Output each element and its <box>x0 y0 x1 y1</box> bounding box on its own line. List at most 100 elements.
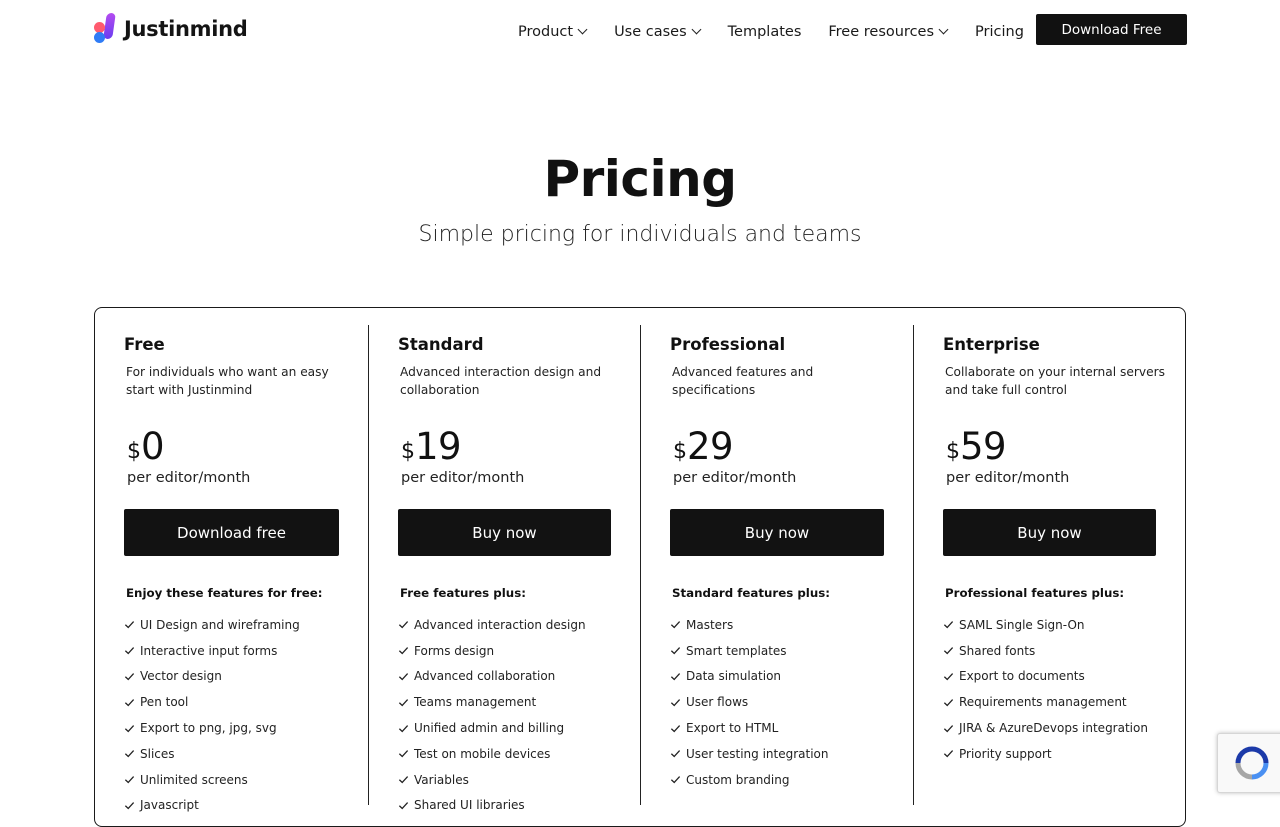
nav-item-pricing[interactable]: Pricing <box>975 24 1024 40</box>
features-heading: Enjoy these features for free: <box>126 586 323 600</box>
feature-list: Masters Smart templates Data simulation Use… <box>670 612 829 793</box>
feature-item: UI Design and wireframing <box>124 612 300 638</box>
feature-item: Shared fonts <box>943 638 1148 664</box>
price-currency: $ <box>946 439 960 464</box>
plan-description: Advanced interaction design and collabor… <box>400 365 602 397</box>
feature-label: Advanced collaboration <box>414 669 556 684</box>
check-icon <box>670 698 681 707</box>
feature-item: Advanced collaboration <box>398 664 586 690</box>
feature-label: Variables <box>414 772 469 787</box>
feature-label: Requirements management <box>959 695 1127 710</box>
nav-item-templates[interactable]: Templates <box>728 24 802 40</box>
feature-label: Slices <box>140 746 175 761</box>
features-heading: Free features plus: <box>400 586 526 600</box>
logo-text: Justinmind <box>124 17 248 41</box>
nav-item-use-cases[interactable]: Use cases <box>614 24 701 40</box>
buy-now-enterprise-button[interactable]: Buy now <box>943 509 1156 556</box>
check-icon <box>124 698 135 707</box>
nav-item-free-resources[interactable]: Free resources <box>828 24 948 40</box>
check-icon <box>398 724 409 732</box>
check-icon <box>943 673 954 681</box>
feature-item: Vector design <box>124 664 300 690</box>
check-icon <box>398 621 409 629</box>
plan-description: Advanced features and specifications <box>672 365 814 397</box>
price-amount: 0 <box>141 425 165 468</box>
features-heading: Standard features plus: <box>672 586 830 600</box>
check-icon <box>670 776 681 784</box>
buy-now-standard-button[interactable]: Buy now <box>398 509 611 556</box>
feature-item: Teams management <box>398 689 586 715</box>
plan-standard: Standard Advanced interaction design and… <box>398 335 628 812</box>
recaptcha-icon <box>1235 746 1269 780</box>
plan-name: Professional <box>670 335 786 354</box>
feature-item: Pen tool <box>124 689 300 715</box>
feature-item: Smart templates <box>670 638 829 664</box>
feature-label: UI Design and wireframing <box>140 617 300 632</box>
feature-item: Forms design <box>398 638 586 664</box>
check-icon <box>124 750 135 758</box>
plan-professional: Professional Advanced features and speci… <box>670 335 900 787</box>
price-amount: 59 <box>960 425 1007 468</box>
feature-item: Variables <box>398 767 586 793</box>
feature-label: Interactive input forms <box>140 643 278 658</box>
download-free-plan-button[interactable]: Download free <box>124 509 339 556</box>
nav-item-label: Templates <box>727 24 802 40</box>
check-icon <box>398 802 409 810</box>
nav-item-label: Use cases <box>614 24 687 40</box>
column-divider <box>640 325 641 805</box>
feature-label: User testing integration <box>686 746 829 761</box>
feature-label: Unified admin and billing <box>414 721 565 736</box>
feature-label: Export to documents <box>959 669 1085 684</box>
check-icon <box>124 802 135 810</box>
recaptcha-badge[interactable] <box>1217 733 1280 793</box>
price-currency: $ <box>401 439 415 464</box>
plan-name: Enterprise <box>943 335 1040 354</box>
plan-free: Free For individuals who want an easy st… <box>124 335 354 812</box>
price-period: per editor/month <box>673 470 797 486</box>
chevron-down-icon <box>579 26 587 34</box>
check-icon <box>670 673 681 681</box>
feature-label: Pen tool <box>140 695 189 710</box>
download-free-button[interactable]: Download Free <box>1036 14 1187 45</box>
site-header: Justinmind Product Use cases Templates F… <box>0 0 1280 62</box>
feature-item: Javascript <box>124 793 300 819</box>
check-icon <box>943 621 954 629</box>
main-nav: Product Use cases Templates Free resourc… <box>518 22 1024 42</box>
feature-item: User testing integration <box>670 741 829 767</box>
check-icon <box>398 750 409 758</box>
price-amount: 29 <box>687 425 734 468</box>
feature-item: User flows <box>670 689 829 715</box>
plan-name: Standard <box>398 335 484 354</box>
plan-price: $ 0 <box>127 425 165 468</box>
check-icon <box>124 647 135 655</box>
check-icon <box>943 647 954 655</box>
plan-price: $ 59 <box>946 425 1007 468</box>
feature-item: Export to HTML <box>670 715 829 741</box>
buy-now-professional-button[interactable]: Buy now <box>670 509 884 556</box>
chevron-down-icon <box>940 26 948 34</box>
plan-enterprise: Enterprise Collaborate on your internal … <box>943 335 1173 761</box>
feature-label: Advanced interaction design <box>414 617 586 632</box>
feature-item: SAML Single Sign-On <box>943 612 1148 638</box>
nav-item-product[interactable]: Product <box>518 24 587 40</box>
price-currency: $ <box>127 439 141 464</box>
check-icon <box>124 724 135 732</box>
feature-label: Shared UI libraries <box>414 798 525 813</box>
check-icon <box>398 673 409 681</box>
check-icon <box>943 724 954 732</box>
column-divider <box>913 325 914 805</box>
feature-label: Forms design <box>414 643 495 658</box>
feature-item: JIRA & AzureDevops integration <box>943 715 1148 741</box>
plan-price: $ 29 <box>673 425 734 468</box>
feature-label: Javascript <box>140 798 199 813</box>
check-icon <box>124 776 135 784</box>
feature-label: Masters <box>686 617 734 632</box>
plan-description: Collaborate on your internal servers and… <box>945 365 1165 397</box>
page-subtitle: Simple pricing for individuals and teams <box>418 222 862 247</box>
plan-name: Free <box>124 335 165 354</box>
logo[interactable]: Justinmind <box>93 13 248 45</box>
feature-item: Test on mobile devices <box>398 741 586 767</box>
check-icon <box>670 621 681 629</box>
feature-label: Export to png, jpg, svg <box>140 721 277 736</box>
feature-list: Advanced interaction design Forms design A… <box>398 612 586 818</box>
